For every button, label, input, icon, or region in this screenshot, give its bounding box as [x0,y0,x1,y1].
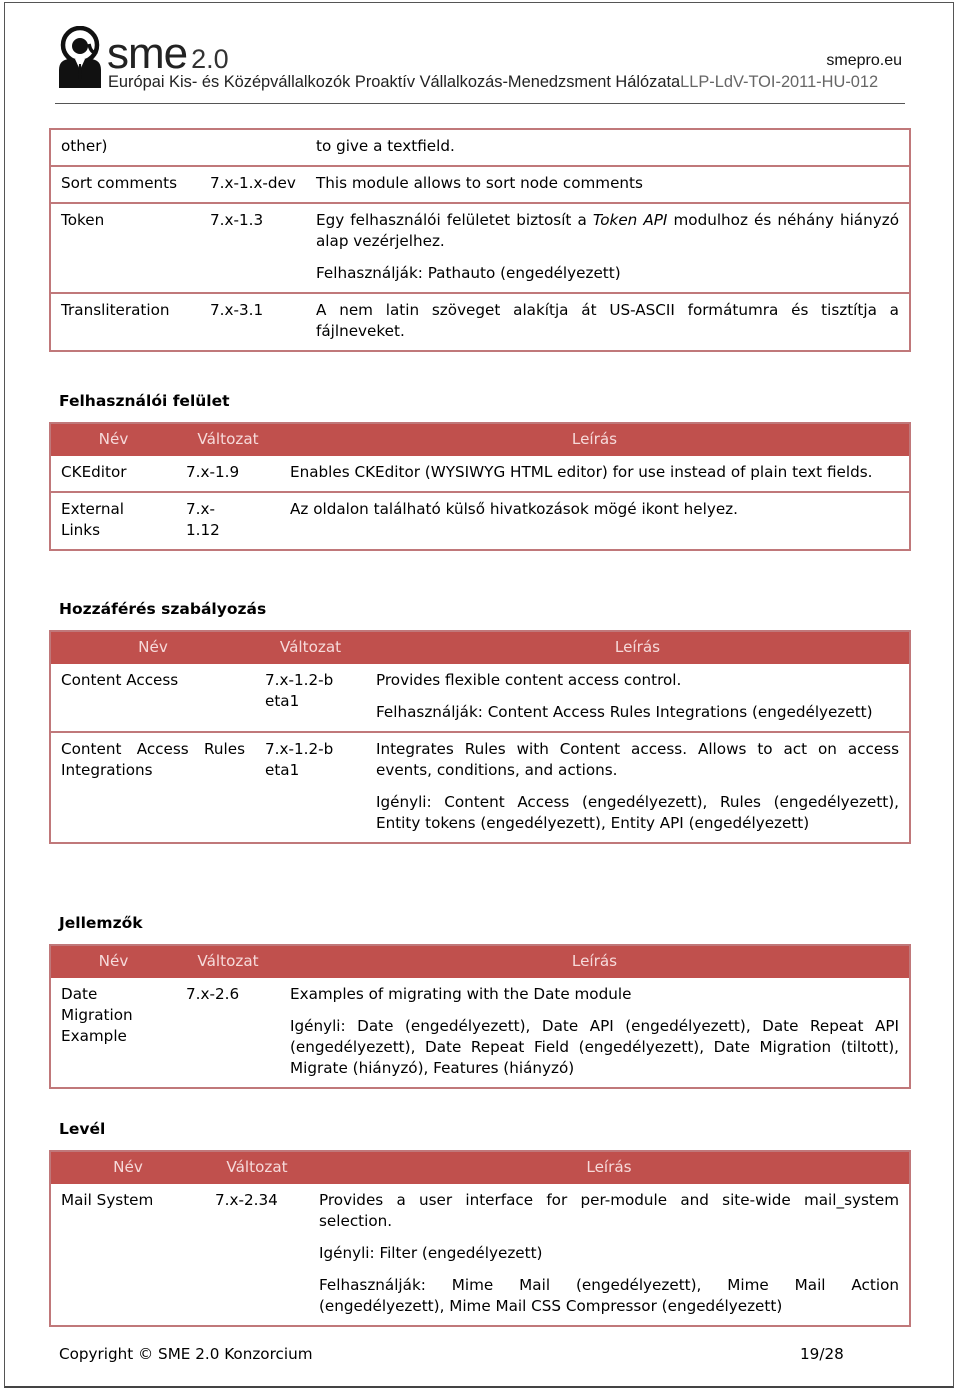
description-text: Provides a user interface for per-module… [319,1191,899,1230]
table-row: External Links 7.x-1.12 Az oldalon talál… [50,492,910,550]
description-text: Felhasználják: Pathauto (engedélyezett) [316,264,621,282]
module-version [200,129,306,166]
module-version-text: 7.x-1.12 [186,500,220,539]
module-version: 7.x-2.34 [215,1191,278,1209]
column-header-description: Leírás [309,1151,910,1184]
module-version: 7.x-2.6 [186,985,240,1003]
module-name: Sort comments [61,174,178,192]
at-sign-person-icon [59,26,101,88]
brand-version: 2.0 [191,44,229,74]
table-row: Transliteration 7.x-3.1 A nem latin szöv… [50,293,910,351]
table-row: CKEditor 7.x-1.9 Enables CKEditor (WYSIW… [50,456,910,492]
module-name: Date Migration Example [50,978,176,1088]
table-header-row: Név Változat Leírás [50,423,910,456]
module-description: Provides a user interface for per-module… [309,1184,910,1326]
description-text: A nem latin szöveget alakítja át US-ASCI… [316,301,899,340]
column-header-name: Név [50,1151,205,1184]
module-name-text: Content Access Rules Integrations [61,740,245,779]
module-description: Enables CKEditor (WYSIWYG HTML editor) f… [280,456,910,492]
module-name: Mail System [61,1191,154,1209]
module-description: Examples of migrating with the Date modu… [280,978,910,1088]
module-name: Token [61,211,105,229]
brand-name: sme [107,29,188,78]
module-description: to give a textfield. [306,129,910,166]
tagline: Európai Kis- és Középvállalkozók Proaktí… [108,73,878,92]
section-title: Jellemzők [59,914,143,932]
module-table-access-control: Név Változat Leírás Content Access 7.x-1… [49,630,911,844]
table-row: Sort comments 7.x-1.x-dev This module al… [50,166,910,203]
column-header-description: Leírás [280,945,910,978]
description-part: Egy felhasználói felületet biztosít a [316,211,593,229]
module-table-user-interface: Név Változat Leírás CKEditor 7.x-1.9 Ena… [49,422,911,551]
module-name: Content Access [61,671,179,689]
module-name-text: External Links [61,500,125,539]
module-version: 7.x-1.2-beta1 [255,664,366,732]
module-name: Transliteration [61,301,170,319]
section-title: Felhasználói felület [59,392,230,410]
module-name: External Links [50,492,176,550]
module-table-features: Név Változat Leírás Date Migration Examp… [49,944,911,1089]
table-header-row: Név Változat Leírás [50,631,910,664]
table-row: Mail System 7.x-2.34 Provides a user int… [50,1184,910,1326]
module-version: 7.x-1.9 [186,463,240,481]
module-version-text: 7.x-1.2-beta1 [265,671,334,710]
description-text: Igényli: Date (engedélyezett), Date API … [290,1017,899,1077]
description-text: Felhasználják: Content Access Rules Inte… [376,703,873,721]
description-text: Igényli: Content Access (engedélyezett),… [376,793,899,832]
description-text: Provides flexible content access control… [376,671,682,689]
description-text: Enables CKEditor (WYSIWYG HTML editor) f… [290,463,873,481]
footer-copyright: Copyright © SME 2.0 Konzorcium [59,1345,313,1363]
continued-module-table: other) to give a textfield. Sort comment… [49,128,911,352]
description-text: Az oldalon található külső hivatkozások … [290,500,738,518]
module-version: 7.x-1.3 [210,211,264,229]
module-version: 7.x-1.12 [176,492,280,550]
table-row: Token 7.x-1.3 Egy felhasználói felületet… [50,203,910,293]
module-table-mail: Név Változat Leírás Mail System 7.x-2.34… [49,1150,911,1327]
column-header-version: Változat [205,1151,309,1184]
module-description: A nem latin szöveget alakítja át US-ASCI… [306,293,910,351]
site-url: smepro.eu [826,52,902,69]
module-name-text: Date Migration Example [61,985,133,1045]
description-text: This module allows to sort node comments [316,174,643,192]
module-name: other) [61,137,108,155]
description-text: Egy felhasználói felületet biztosít a To… [316,210,899,252]
token-api-emphasis: Token API [592,211,668,229]
description-text: Integrates Rules with Content access. Al… [376,740,899,779]
description-text: to give a textfield. [316,137,455,155]
column-header-version: Változat [176,423,280,456]
module-description: Provides flexible content access control… [366,664,910,732]
table-row: Content Access Rules Integrations 7.x-1.… [50,732,910,843]
module-description: Integrates Rules with Content access. Al… [366,732,910,843]
column-header-version: Változat [255,631,366,664]
section-title: Hozzáférés szabályozás [59,600,267,618]
section-title: Levél [59,1120,106,1138]
header-divider [55,103,905,104]
tagline-text: Európai Kis- és Középvállalkozók Proaktí… [108,73,681,91]
column-header-description: Leírás [366,631,910,664]
table-header-row: Név Változat Leírás [50,945,910,978]
module-description: Egy felhasználói felületet biztosít a To… [306,203,910,293]
module-description: Az oldalon található külső hivatkozások … [280,492,910,550]
module-name: CKEditor [61,463,127,481]
table-row: Date Migration Example 7.x-2.6 Examples … [50,978,910,1088]
column-header-name: Név [50,631,255,664]
column-header-version: Változat [176,945,280,978]
page-number: 19/28 [800,1345,844,1363]
column-header-name: Név [50,423,176,456]
column-header-name: Név [50,945,176,978]
table-header-row: Név Változat Leírás [50,1151,910,1184]
table-row: other) to give a textfield. [50,129,910,166]
project-code: LLP-LdV-TOI-2011-HU-012 [680,73,879,91]
module-name: Content Access Rules Integrations [50,732,255,843]
module-version: 7.x-3.1 [210,301,264,319]
description-text: Examples of migrating with the Date modu… [290,985,632,1003]
module-version: 7.x-1.x-dev [210,174,296,192]
module-version: 7.x-1.2-beta1 [255,732,366,843]
column-header-description: Leírás [280,423,910,456]
description-text: Igényli: Filter (engedélyezett) [319,1244,543,1262]
module-version-text: 7.x-1.2-beta1 [265,740,334,779]
module-description: This module allows to sort node comments [306,166,910,203]
table-row: Content Access 7.x-1.2-beta1 Provides fl… [50,664,910,732]
description-text: Felhasználják: Mime Mail (engedélyezett)… [319,1276,899,1315]
